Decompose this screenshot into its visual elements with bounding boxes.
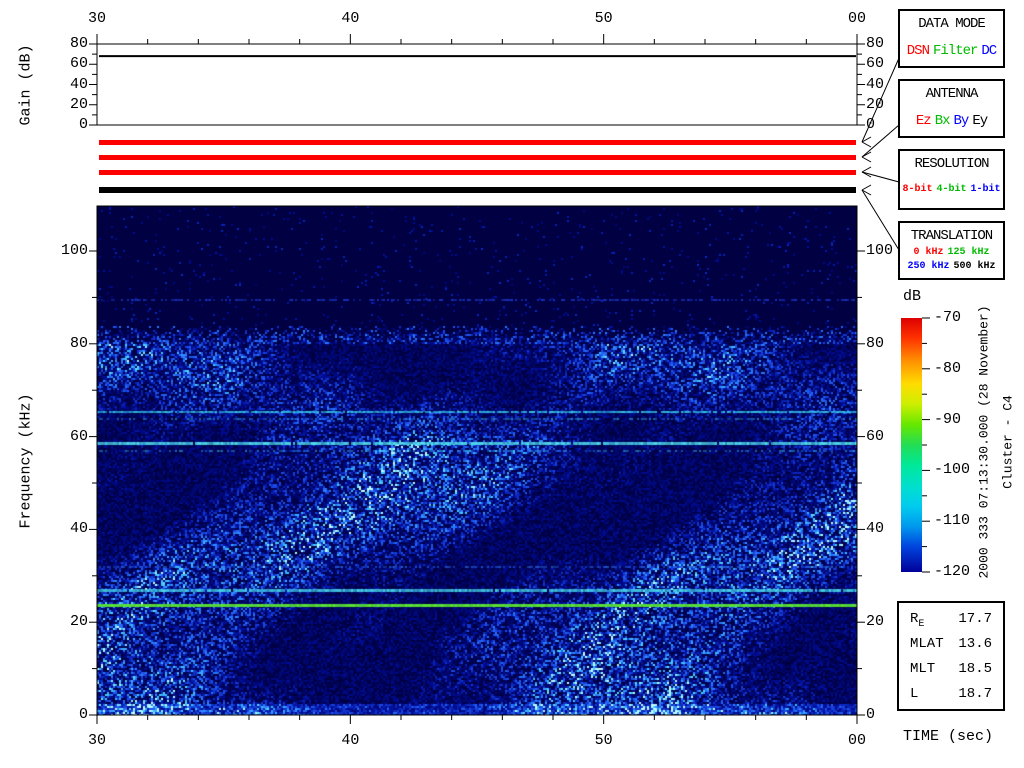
tick-label: 20 [866, 95, 885, 113]
legend-item: Bx [934, 113, 951, 129]
legend-item: Filter [932, 43, 978, 59]
status-bar-antenna [99, 155, 856, 160]
tick-label: -80 [934, 359, 962, 377]
legend-item: 250 kHz [907, 261, 950, 272]
legend-item: 0 kHz [913, 247, 944, 258]
legend-items: Ez Bx By Ey [900, 113, 1003, 129]
tick-label: 60 [69, 55, 88, 73]
tick-label: 0 [78, 706, 88, 723]
tick-label: 100 [60, 242, 88, 259]
tick-label: -120 [934, 563, 971, 580]
tick-label: 80 [69, 334, 88, 352]
tick-label: 40 [69, 75, 88, 93]
legend-data-mode: DATA MODE DSN Filter DC [898, 9, 1005, 68]
tick-label: 50 [594, 10, 613, 27]
tick-label: 50 [594, 732, 613, 749]
status-bar-translation [99, 187, 856, 193]
orbit-row: RE 17.7 [899, 607, 1003, 632]
tick-label: -100 [934, 461, 971, 479]
frequency-axis-label: Frequency (kHz) [17, 393, 35, 529]
tick-label: 40 [341, 10, 360, 27]
tick-label: 40 [866, 520, 885, 538]
legend-item: 1-bit [970, 184, 1001, 195]
tick-label: 80 [69, 35, 88, 52]
legend-resolution: RESOLUTION 8-bit 4-bit 1-bit [898, 149, 1005, 210]
colorbar [901, 318, 922, 572]
tick-label: 0 [866, 706, 876, 723]
orbit-label: L [910, 686, 919, 702]
tick-label: 0 [866, 116, 876, 133]
legend-antenna: ANTENNA Ez Bx By Ey [898, 79, 1005, 138]
tick-label: 40 [341, 732, 360, 749]
tick-label: -90 [934, 410, 962, 428]
legend-title: ANTENNA [925, 86, 979, 102]
timestamp-vertical-label: 2000 333 07:13:30.000 (28 November) [976, 305, 992, 579]
tick-label: 60 [69, 427, 88, 445]
tick-label: 80 [866, 334, 885, 352]
legend-item: 125 kHz [947, 247, 990, 258]
spectrogram [97, 206, 857, 715]
tick-label: 20 [69, 613, 88, 631]
time-axis-label: TIME (sec) [903, 728, 994, 745]
legend-items: 0 kHz 125 kHz [900, 247, 1003, 258]
tick-label: 0 [78, 116, 88, 133]
tick-label: 00 [847, 732, 867, 749]
orbit-label: MLT [910, 661, 936, 677]
orbit-parameters-box: RE 17.7 MLAT 13.6 MLT 18.5 L 18.7 [897, 601, 1005, 711]
orbit-value: 13.6 [958, 636, 992, 652]
tick-label: 40 [69, 520, 88, 538]
tick-label: 30 [87, 10, 107, 27]
legend-item: 4-bit [936, 184, 967, 195]
legend-item: Ey [972, 113, 988, 129]
legend-items: DSN Filter DC [900, 43, 1003, 59]
legend-title: DATA MODE [918, 16, 986, 32]
legend-item: 8-bit [902, 184, 933, 195]
orbit-label: MLAT [910, 636, 944, 652]
orbit-row: L 18.7 [899, 682, 1003, 707]
legend-translation: TRANSLATION 0 kHz 125 kHz 250 kHz 500 kHz [898, 221, 1005, 280]
orbit-value: 18.7 [958, 686, 992, 702]
orbit-row: MLAT 13.6 [899, 632, 1003, 657]
gain-axis-label: Gain (dB) [17, 44, 35, 126]
legend-item: By [953, 113, 970, 129]
tick-label: 60 [866, 427, 885, 445]
spacecraft-vertical-label: Cluster - C4 [1000, 395, 1016, 489]
legend-item: DC [981, 43, 997, 59]
orbit-label: RE [910, 611, 925, 630]
legend-items: 8-bit 4-bit 1-bit [900, 184, 1003, 195]
orbit-value: 18.5 [958, 661, 992, 677]
wbd-spectrogram-display: Gain (dB) Frequency (kHz) 2000 333 07:13… [0, 0, 1024, 768]
status-bar-data-mode [99, 140, 856, 145]
legend-title: TRANSLATION [910, 228, 993, 244]
tick-label: 30 [87, 732, 107, 749]
orbit-row: MLT 18.5 [899, 657, 1003, 682]
tick-label: 20 [69, 95, 88, 113]
colorbar-unit-label: dB [903, 288, 922, 305]
legend-item: Ez [915, 113, 932, 129]
tick-label: 00 [847, 10, 867, 27]
legend-items: 250 kHz 500 kHz [900, 261, 1003, 272]
tick-label: 100 [866, 242, 894, 259]
tick-label: 40 [866, 75, 885, 93]
tick-label: -70 [934, 309, 962, 326]
status-bar-resolution [99, 170, 856, 175]
legend-title: RESOLUTION [914, 156, 989, 172]
orbit-value: 17.7 [958, 611, 992, 627]
tick-label: -110 [934, 512, 971, 530]
tick-label: 20 [866, 613, 885, 631]
tick-label: 60 [866, 55, 885, 73]
legend-item: DSN [906, 43, 930, 59]
tick-label: 80 [866, 35, 885, 52]
legend-item: 500 kHz [953, 261, 996, 272]
